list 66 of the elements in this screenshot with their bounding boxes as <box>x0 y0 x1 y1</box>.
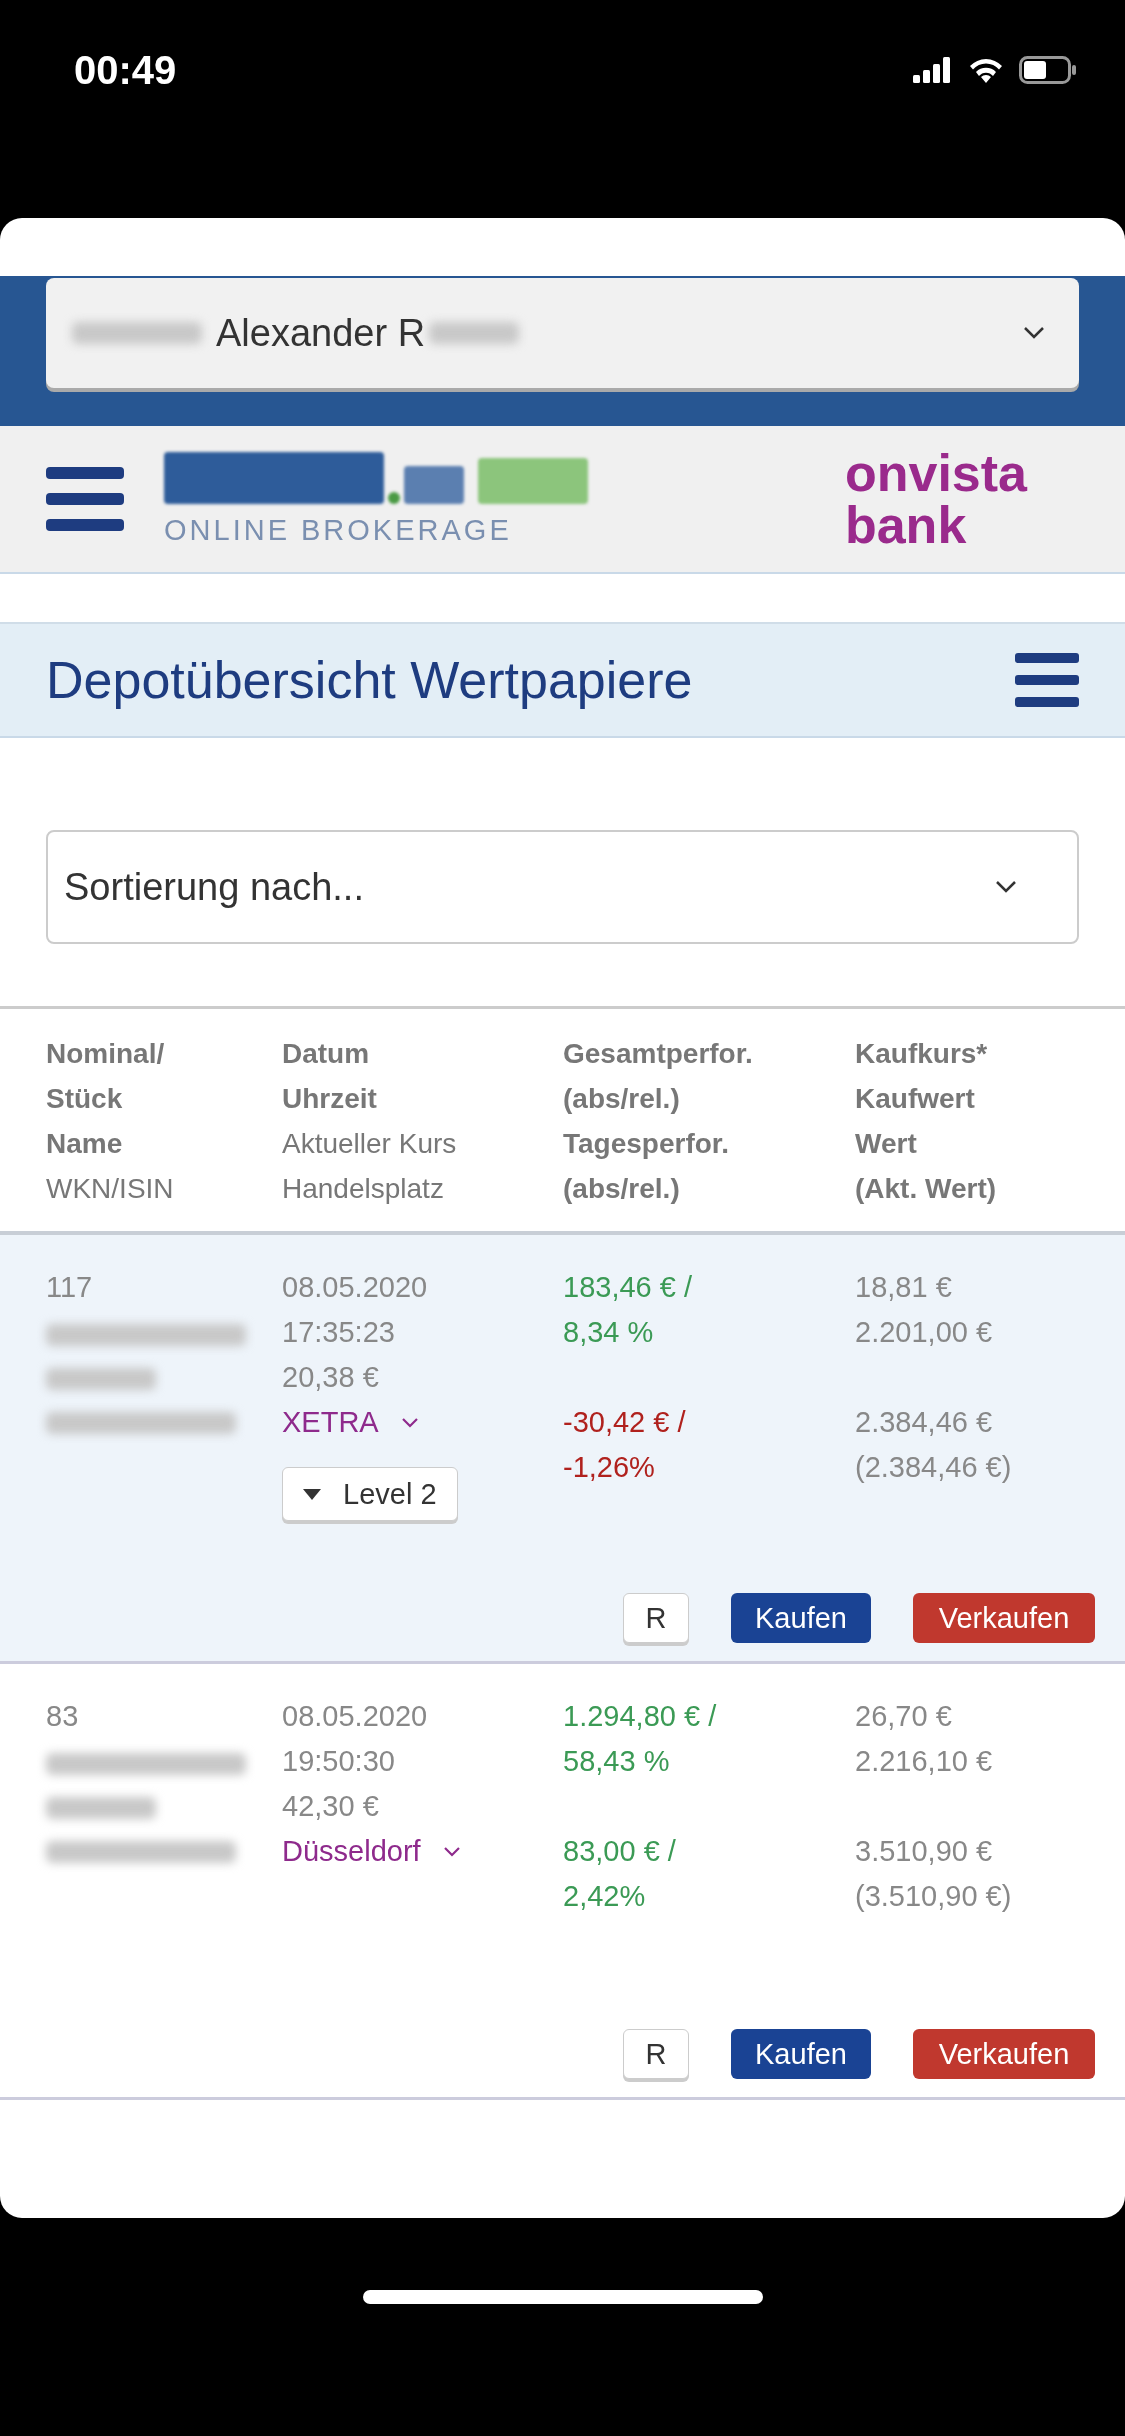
day-performance-text: -30,42 € / <box>563 1405 686 1440</box>
day-performance-text: 2,42% <box>563 1879 646 1914</box>
chevron-down-icon <box>400 1417 419 1428</box>
page-title: Depotübersicht Wertpapiere <box>46 650 693 710</box>
menu-icon[interactable] <box>1015 653 1079 707</box>
nominal-text: 117 <box>46 1270 93 1305</box>
total-performance-text: 1.294,80 € / <box>563 1699 717 1734</box>
value-text: 2.384,46 € <box>855 1405 993 1440</box>
time-text: 17:35:23 <box>282 1315 395 1350</box>
buy-price-text: 26,70 € <box>855 1699 952 1734</box>
battery-icon <box>1019 56 1077 84</box>
nominal-text: 83 <box>46 1699 79 1734</box>
total-performance-text: 183,46 € / <box>563 1270 692 1305</box>
buy-price-text: 18,81 € <box>855 1270 952 1305</box>
date-text: 08.05.2020 <box>282 1270 428 1305</box>
total-performance-text: 58,43 % <box>563 1744 670 1779</box>
column-header: WKN/ISIN <box>46 1172 174 1206</box>
column-header: Uhrzeit <box>282 1082 377 1116</box>
current-value-text: (2.384,46 €) <box>855 1450 1012 1485</box>
r-button[interactable]: R <box>623 2029 689 2079</box>
holding-row[interactable]: 117 08.05.2020 17:35:23 20,38 € XETRA Level 2 183,46 € / 8,34 % -30,42 € / -1,26% 18,81 € 2.201,00 € 2.384,46 € (2.384,46 €) R Kaufen Verkaufen <box>0 1235 1125 1664</box>
level-button[interactable]: Level 2 <box>282 1467 458 1521</box>
buy-value-text: 2.216,10 € <box>855 1744 993 1779</box>
buy-button[interactable]: Kaufen <box>731 1593 871 1643</box>
column-header: Kaufkurs* <box>855 1037 988 1071</box>
column-header: Aktueller Kurs <box>282 1127 457 1161</box>
column-header: Name <box>46 1127 123 1161</box>
holding-row[interactable]: 83 08.05.2020 19:50:30 42,30 € Düsseldorf 1.294,80 € / 58,43 % 83,00 € / 2,42% 26,70 € 2.216,10 € 3.510,90 € (3.510,90 €) R Kaufen Verkaufen <box>0 1664 1125 2100</box>
column-header: Tagesperfor. <box>563 1127 729 1161</box>
column-header: Gesamtperfor. <box>563 1037 753 1071</box>
time-text: 19:50:30 <box>282 1744 395 1779</box>
venue-dropdown[interactable]: Düsseldorf <box>282 1829 461 1874</box>
price-text: 42,30 € <box>282 1789 379 1824</box>
current-value-text: (3.510,90 €) <box>855 1879 1012 1914</box>
column-header: Datum <box>282 1037 370 1071</box>
status-time: 00:49 <box>74 47 177 93</box>
total-performance-text: 8,34 % <box>563 1315 654 1350</box>
price-text: 20,38 € <box>282 1360 379 1395</box>
caret-icon <box>303 1488 321 1500</box>
day-performance-text: -1,26% <box>563 1450 655 1485</box>
day-performance-text: 83,00 € / <box>563 1834 676 1869</box>
column-header: Kaufwert <box>855 1082 975 1116</box>
sell-button[interactable]: Verkaufen <box>913 1593 1095 1643</box>
menu-icon[interactable] <box>46 467 124 531</box>
buy-button[interactable]: Kaufen <box>731 2029 871 2079</box>
chevron-down-icon <box>1023 326 1045 340</box>
wifi-icon <box>967 56 1005 84</box>
column-header: Handelsplatz <box>282 1172 444 1206</box>
chevron-down-icon <box>995 880 1017 894</box>
bank-logo: onvista bank <box>844 447 1027 551</box>
logo-tagline: ONLINE BROKERAGE <box>164 513 513 547</box>
r-button[interactable]: R <box>623 1593 689 1643</box>
column-header: Nominal/ <box>46 1037 165 1071</box>
column-header: (abs/rel.) <box>563 1172 680 1206</box>
sort-select[interactable]: Sortierung nach... <box>46 830 1079 944</box>
column-header: Stück <box>46 1082 123 1116</box>
value-text: 3.510,90 € <box>855 1834 993 1869</box>
venue-dropdown[interactable]: XETRA <box>282 1400 419 1445</box>
buy-value-text: 2.201,00 € <box>855 1315 993 1350</box>
date-text: 08.05.2020 <box>282 1699 428 1734</box>
column-header: Wert <box>855 1127 917 1161</box>
column-header: (Akt. Wert) <box>855 1172 997 1206</box>
column-header: (abs/rel.) <box>563 1082 680 1116</box>
chevron-down-icon <box>442 1846 461 1857</box>
signal-icon <box>913 57 953 83</box>
sell-button[interactable]: Verkaufen <box>913 2029 1095 2079</box>
